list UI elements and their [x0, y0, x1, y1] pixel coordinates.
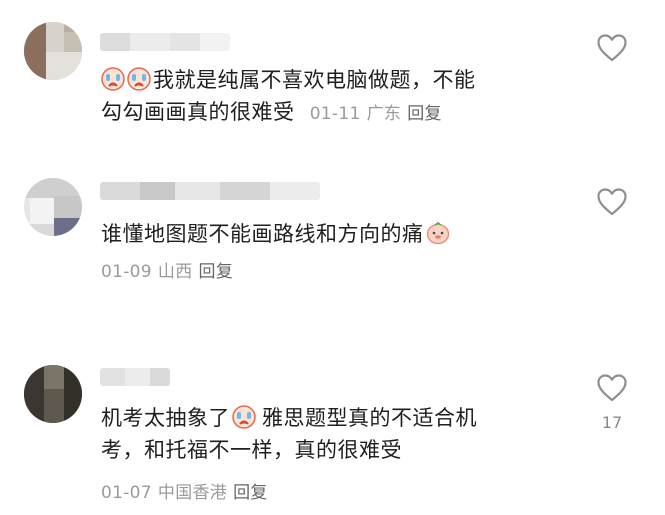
comment-item-3: 机考太抽象了 雅思题型真的不适合机 考，和托福不一样，真的很难受 01-07 中国… — [0, 355, 665, 515]
like-button[interactable] — [594, 187, 630, 217]
comment-region: 中国香港 — [157, 483, 228, 503]
comment-date: 01-07 — [101, 483, 152, 503]
comment-item-1: 我就是纯属不喜欢电脑做题，不能 勾勾画画真的很难受 01-11 广东 回复 — [0, 0, 665, 140]
reply-button[interactable]: 回复 — [199, 262, 234, 282]
user-avatar[interactable] — [24, 178, 82, 236]
username-blurred[interactable] — [100, 33, 230, 51]
piglet-face-emoji — [426, 221, 449, 245]
comment-region: 山西 — [157, 262, 193, 282]
comment-date: 01-09 — [101, 262, 152, 282]
user-avatar[interactable] — [24, 365, 82, 423]
comment-meta: 01-07 中国香港 回复 — [101, 481, 268, 505]
comment-text-line1: 谁懂地图题不能画路线和方向的痛 — [101, 222, 424, 246]
username-blurred[interactable] — [100, 182, 320, 200]
comment-text-line2: 勾勾画画真的很难受 — [101, 100, 295, 124]
like-count: 17 — [601, 413, 623, 432]
reply-button[interactable]: 回复 — [233, 483, 268, 503]
crying-face-emoji — [101, 67, 125, 91]
comment-meta: 01-11 广东 回复 — [302, 104, 442, 124]
crying-face-emoji — [232, 405, 256, 429]
crying-face-emoji — [127, 67, 151, 91]
reply-button[interactable]: 回复 — [407, 104, 442, 124]
comment-text: 我就是纯属不喜欢电脑做题，不能 勾勾画画真的很难受 01-11 广东 回复 — [101, 64, 476, 130]
comment-text: 谁懂地图题不能画路线和方向的痛 — [101, 218, 452, 250]
heart-outline-icon — [597, 34, 627, 62]
heart-outline-icon — [597, 374, 627, 402]
comment-date: 01-11 — [309, 104, 361, 124]
like-button[interactable] — [594, 33, 630, 63]
comment-text-line2: 考，和托福不一样，真的很难受 — [101, 438, 402, 462]
comment-text-line1-part2: 雅思题型真的不适合机 — [262, 406, 477, 430]
like-button[interactable]: 17 — [594, 373, 630, 432]
username-blurred[interactable] — [100, 368, 170, 386]
user-avatar[interactable] — [24, 22, 82, 80]
heart-outline-icon — [597, 188, 627, 216]
comment-text: 机考太抽象了 雅思题型真的不适合机 考，和托福不一样，真的很难受 — [101, 402, 477, 466]
comment-meta: 01-09 山西 回复 — [101, 260, 233, 284]
comment-text-line1: 我就是纯属不喜欢电脑做题，不能 — [153, 68, 476, 92]
comment-region: 广东 — [366, 104, 402, 124]
comment-text-line1-part1: 机考太抽象了 — [101, 406, 230, 430]
comment-item-2: 谁懂地图题不能画路线和方向的痛 01-09 山西 回复 — [0, 170, 665, 310]
